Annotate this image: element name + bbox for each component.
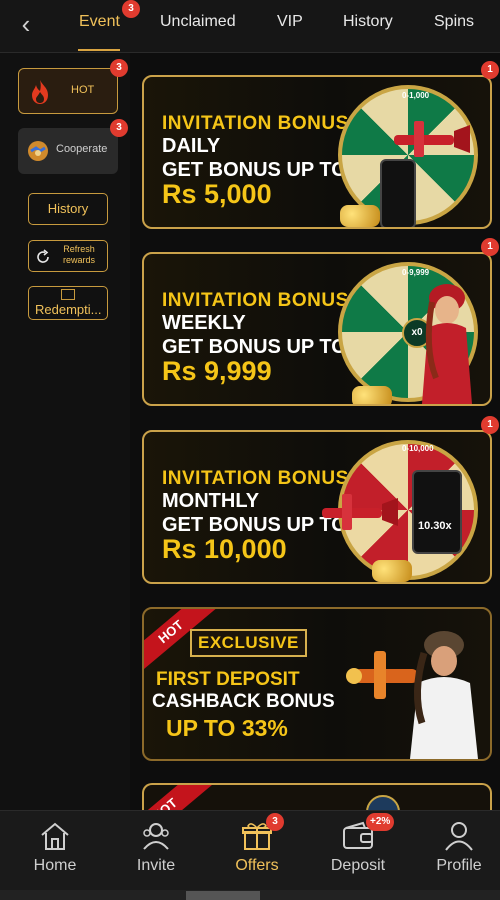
banner-title: INVITATION BONUS: [162, 290, 349, 311]
redemption-button[interactable]: Redempti...: [28, 286, 108, 320]
banner-badge: 1: [481, 61, 499, 79]
home-indicator[interactable]: [186, 891, 260, 900]
redemption-label: Redempti...: [35, 302, 102, 317]
tab-vip[interactable]: VIP: [277, 13, 303, 31]
banner-daily[interactable]: INVITATION BONUS DAILY GET BONUS UP TO R…: [142, 75, 492, 229]
banner-first-deposit-cashback[interactable]: HOT EXCLUSIVE FIRST DEPOSIT CASHBACK BON…: [142, 607, 492, 761]
sidebar-item-label: Cooperate: [56, 143, 108, 155]
refresh-label: Refresh rewards: [62, 244, 95, 265]
history-button[interactable]: History: [28, 193, 108, 225]
plane-icon: [322, 494, 398, 530]
top-nav: ‹ Event 3 Unclaimed VIP History Spins: [0, 0, 500, 53]
pilot-woman-graphic: [422, 284, 472, 404]
banner-period: MONTHLY: [162, 490, 260, 512]
coins-graphic: [352, 386, 392, 404]
deposit-bonus-badge: +2%: [366, 813, 395, 831]
banner-amount: Rs 9,999: [162, 356, 272, 386]
back-icon[interactable]: ‹: [12, 10, 40, 38]
redemption-icon: [61, 289, 75, 300]
nav-label: Home: [33, 857, 77, 874]
banner-title: INVITATION BONUS: [162, 113, 349, 134]
sidebar-item-cooperate[interactable]: Cooperate: [18, 128, 118, 174]
banner-badge: 1: [481, 238, 499, 256]
wheel-range-label: 0-10,000: [402, 444, 434, 453]
tab-spins[interactable]: Spins: [434, 13, 474, 31]
home-icon: [41, 822, 69, 850]
cashback-line2: CASHBACK BONUS: [152, 691, 335, 712]
wheel-range-label: 0-1,000: [402, 91, 430, 100]
offers-badge: 3: [266, 813, 284, 831]
multiplier-text: 10.30x: [418, 520, 452, 532]
nav-invite[interactable]: Invite: [116, 821, 196, 885]
handshake-icon: [28, 141, 48, 161]
refresh-rewards-button[interactable]: Refresh rewards: [28, 240, 108, 272]
tab-unclaimed[interactable]: Unclaimed: [160, 13, 236, 31]
nav-profile[interactable]: Profile: [419, 821, 499, 885]
nav-label: Deposit: [330, 857, 386, 874]
cashback-line1: FIRST DEPOSIT: [156, 669, 300, 690]
coins-graphic: [372, 560, 412, 582]
refresh-icon: [37, 249, 49, 263]
cooperate-badge: 3: [110, 119, 128, 137]
sidebar-item-hot[interactable]: HOT: [18, 68, 118, 114]
pilot-woman-graphic: [410, 631, 478, 759]
invite-icon: [143, 823, 169, 850]
tab-event-badge: 3: [122, 0, 140, 18]
bottom-nav: Home Invite Offers 3 Deposit +2% Profile: [0, 810, 500, 890]
tab-history[interactable]: History: [343, 13, 393, 31]
nav-label: Invite: [136, 857, 176, 874]
banner-amount: Rs 5,000: [162, 179, 272, 209]
nav-home[interactable]: Home: [15, 821, 95, 885]
phone-graphic: 10.30x: [412, 470, 462, 554]
sidebar-item-label: HOT: [71, 84, 95, 96]
sidebar: HOT 3 Cooperate 3 History Refresh reward…: [0, 53, 130, 810]
banner-monthly[interactable]: INVITATION BONUS MONTHLY GET BONUS UP TO…: [142, 430, 492, 584]
banner-amount: Rs 10,000: [162, 534, 287, 564]
active-tab-indicator: [78, 49, 120, 51]
cashback-line3: UP TO 33%: [166, 715, 288, 741]
exclusive-label: EXCLUSIVE: [190, 629, 307, 657]
banner-badge: 1: [481, 416, 499, 434]
banner-period: DAILY: [162, 135, 221, 157]
nav-offers[interactable]: Offers: [217, 821, 297, 885]
banner-period: WEEKLY: [162, 312, 246, 334]
phone-graphic: [380, 159, 416, 227]
tab-event[interactable]: Event: [79, 13, 120, 31]
banner-weekly[interactable]: INVITATION BONUS WEEKLY GET BONUS UP TO …: [142, 252, 492, 406]
nav-label: Offers: [235, 857, 279, 874]
flame-icon: [32, 80, 48, 104]
coins-graphic: [340, 205, 380, 227]
nav-label: Profile: [436, 857, 482, 874]
hot-badge: 3: [110, 59, 128, 77]
profile-icon: [445, 822, 473, 851]
banner-title: INVITATION BONUS: [162, 468, 349, 489]
plane-icon: [394, 121, 470, 157]
